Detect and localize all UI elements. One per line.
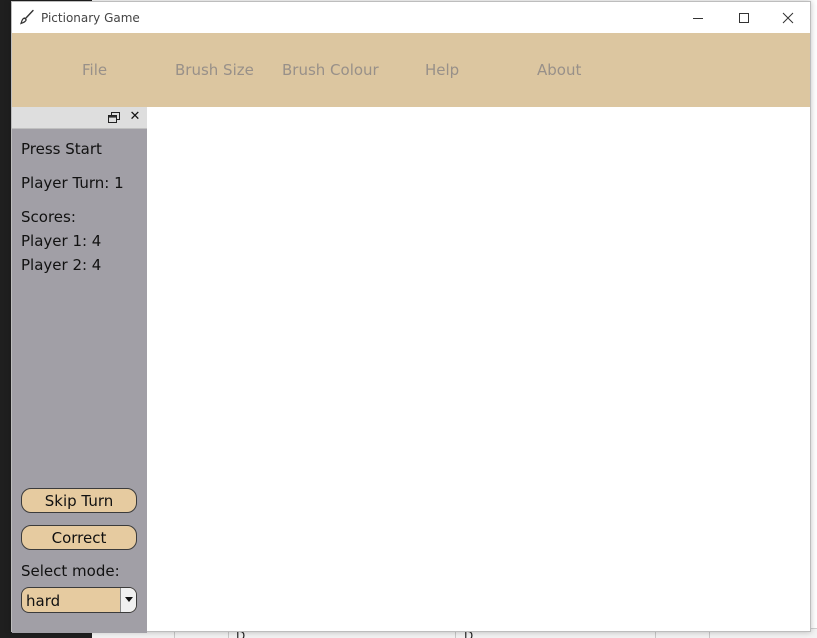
- skip-turn-button[interactable]: Skip Turn: [21, 488, 137, 513]
- close-window-button[interactable]: [765, 2, 811, 33]
- maximize-button[interactable]: [721, 2, 767, 33]
- menu-help[interactable]: Help: [425, 61, 459, 79]
- player-turn-text: Player Turn: 1: [21, 174, 124, 192]
- window-title: Pictionary Game: [41, 11, 140, 25]
- close-icon: [782, 12, 794, 23]
- scores-label: Scores:: [21, 208, 76, 226]
- chevron-down-icon: [124, 597, 133, 602]
- mode-select-value: hard: [26, 592, 61, 610]
- mode-select[interactable]: hard: [21, 587, 137, 613]
- app-window: Pictionary Game File Brush Size Brush Co…: [11, 1, 811, 633]
- menu-brush-colour[interactable]: Brush Colour: [282, 61, 379, 79]
- dock-close-icon[interactable]: ✕: [128, 109, 142, 125]
- player-2-score: Player 2: 4: [21, 256, 102, 274]
- menu-file[interactable]: File: [82, 61, 107, 79]
- dock-title-bar[interactable]: ✕: [12, 107, 147, 129]
- menu-brush-size[interactable]: Brush Size: [175, 61, 254, 79]
- brush-icon: [20, 9, 34, 25]
- status-text: Press Start: [21, 140, 102, 158]
- menu-about[interactable]: About: [537, 61, 581, 79]
- minimize-icon: [693, 17, 703, 19]
- mode-label: Select mode:: [21, 562, 120, 580]
- player-1-score: Player 1: 4: [21, 232, 102, 250]
- correct-button[interactable]: Correct: [21, 525, 137, 550]
- background-text-fragment: D: [464, 629, 474, 638]
- title-bar[interactable]: Pictionary Game: [12, 2, 810, 33]
- maximize-icon: [739, 12, 749, 23]
- minimize-button[interactable]: [675, 2, 721, 33]
- drawing-canvas[interactable]: [147, 107, 810, 631]
- dropdown-arrow-button[interactable]: [120, 588, 136, 612]
- background-text-fragment: D: [236, 629, 246, 638]
- side-panel: ✕ Press Start Player Turn: 1 Scores: Pla…: [12, 107, 147, 633]
- menu-bar: File Brush Size Brush Colour Help About: [12, 33, 810, 107]
- float-window-icon[interactable]: [108, 112, 120, 124]
